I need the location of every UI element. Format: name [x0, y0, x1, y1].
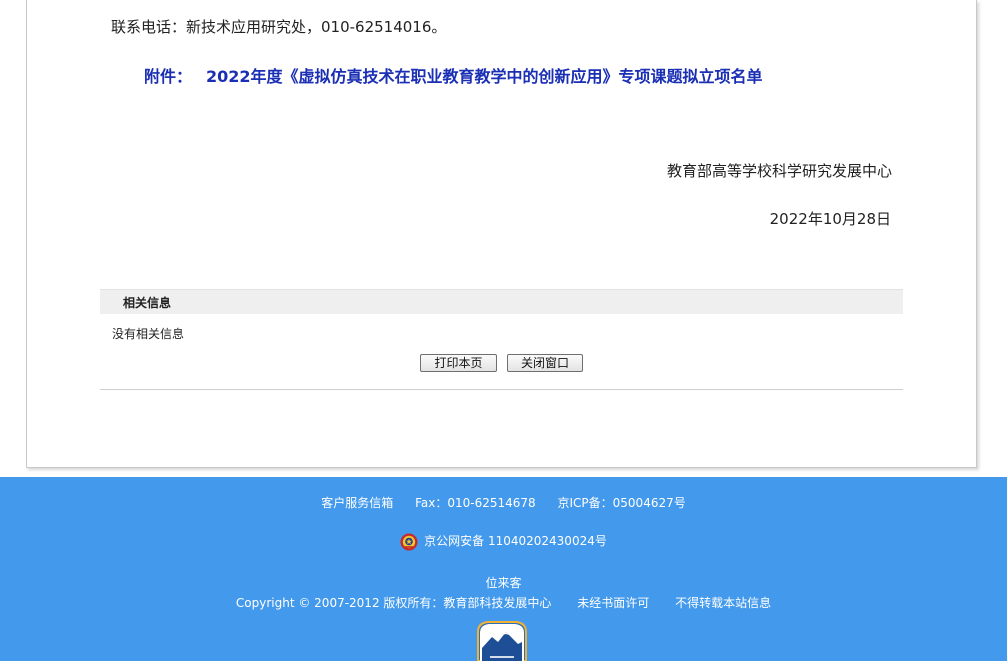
issue-date: 2022年10月28日: [769, 210, 891, 228]
customer-service-mailbox-link[interactable]: 客户服务信箱: [321, 496, 393, 510]
police-emblem-icon: [400, 533, 418, 550]
public-security-record-link[interactable]: 京公网安备 11040202430024号: [424, 534, 607, 548]
no-repost-text: 不得转载本站信息: [675, 596, 772, 610]
related-info-title: 相关信息: [123, 296, 172, 310]
attachment-line: 附件： 2022年度《虚拟仿真技术在职业教育教学中的创新应用》专项课题拟立项名单: [144, 63, 763, 87]
visitor-counter: 位来客: [485, 576, 522, 590]
site-logo-icon: [477, 621, 527, 661]
site-footer: 客户服务信箱 Fax：010-62514678 京ICP备：05004627号 …: [0, 477, 1007, 661]
article-panel: 联系电话：新技术应用研究处，010-62514016。 附件： 2022年度《虚拟…: [26, 0, 977, 468]
issuing-organization: 教育部高等学校科学研究发展中心: [666, 162, 892, 180]
contact-line: 联系电话：新技术应用研究处，010-62514016。: [111, 18, 447, 36]
related-info-empty: 没有相关信息: [112, 327, 185, 341]
close-window-button[interactable]: 关闭窗口: [507, 354, 583, 372]
footer-contact-row: 客户服务信箱 Fax：010-62514678 京ICP备：05004627号: [0, 494, 1007, 511]
icp-record-link[interactable]: 京ICP备：05004627号: [558, 496, 686, 510]
footer-copyright-row: Copyright © 2007-2012 版权所有：教育部科技发展中心 未经书…: [0, 594, 1007, 611]
attachment-label: 附件：: [144, 67, 193, 86]
attachment-link[interactable]: 2022年度《虚拟仿真技术在职业教育教学中的创新应用》专项课题拟立项名单: [206, 67, 763, 86]
related-info-bar: 相关信息: [100, 289, 903, 314]
no-permission-text: 未经书面许可: [577, 596, 650, 610]
print-page-button[interactable]: 打印本页: [420, 354, 497, 372]
copyright-text: Copyright © 2007-2012 版权所有：教育部科技发展中心: [235, 596, 552, 610]
footer-police-row: 京公网安备 11040202430024号: [0, 532, 1007, 551]
footer-fax: Fax：010-62514678: [415, 496, 536, 510]
divider: [100, 389, 903, 390]
